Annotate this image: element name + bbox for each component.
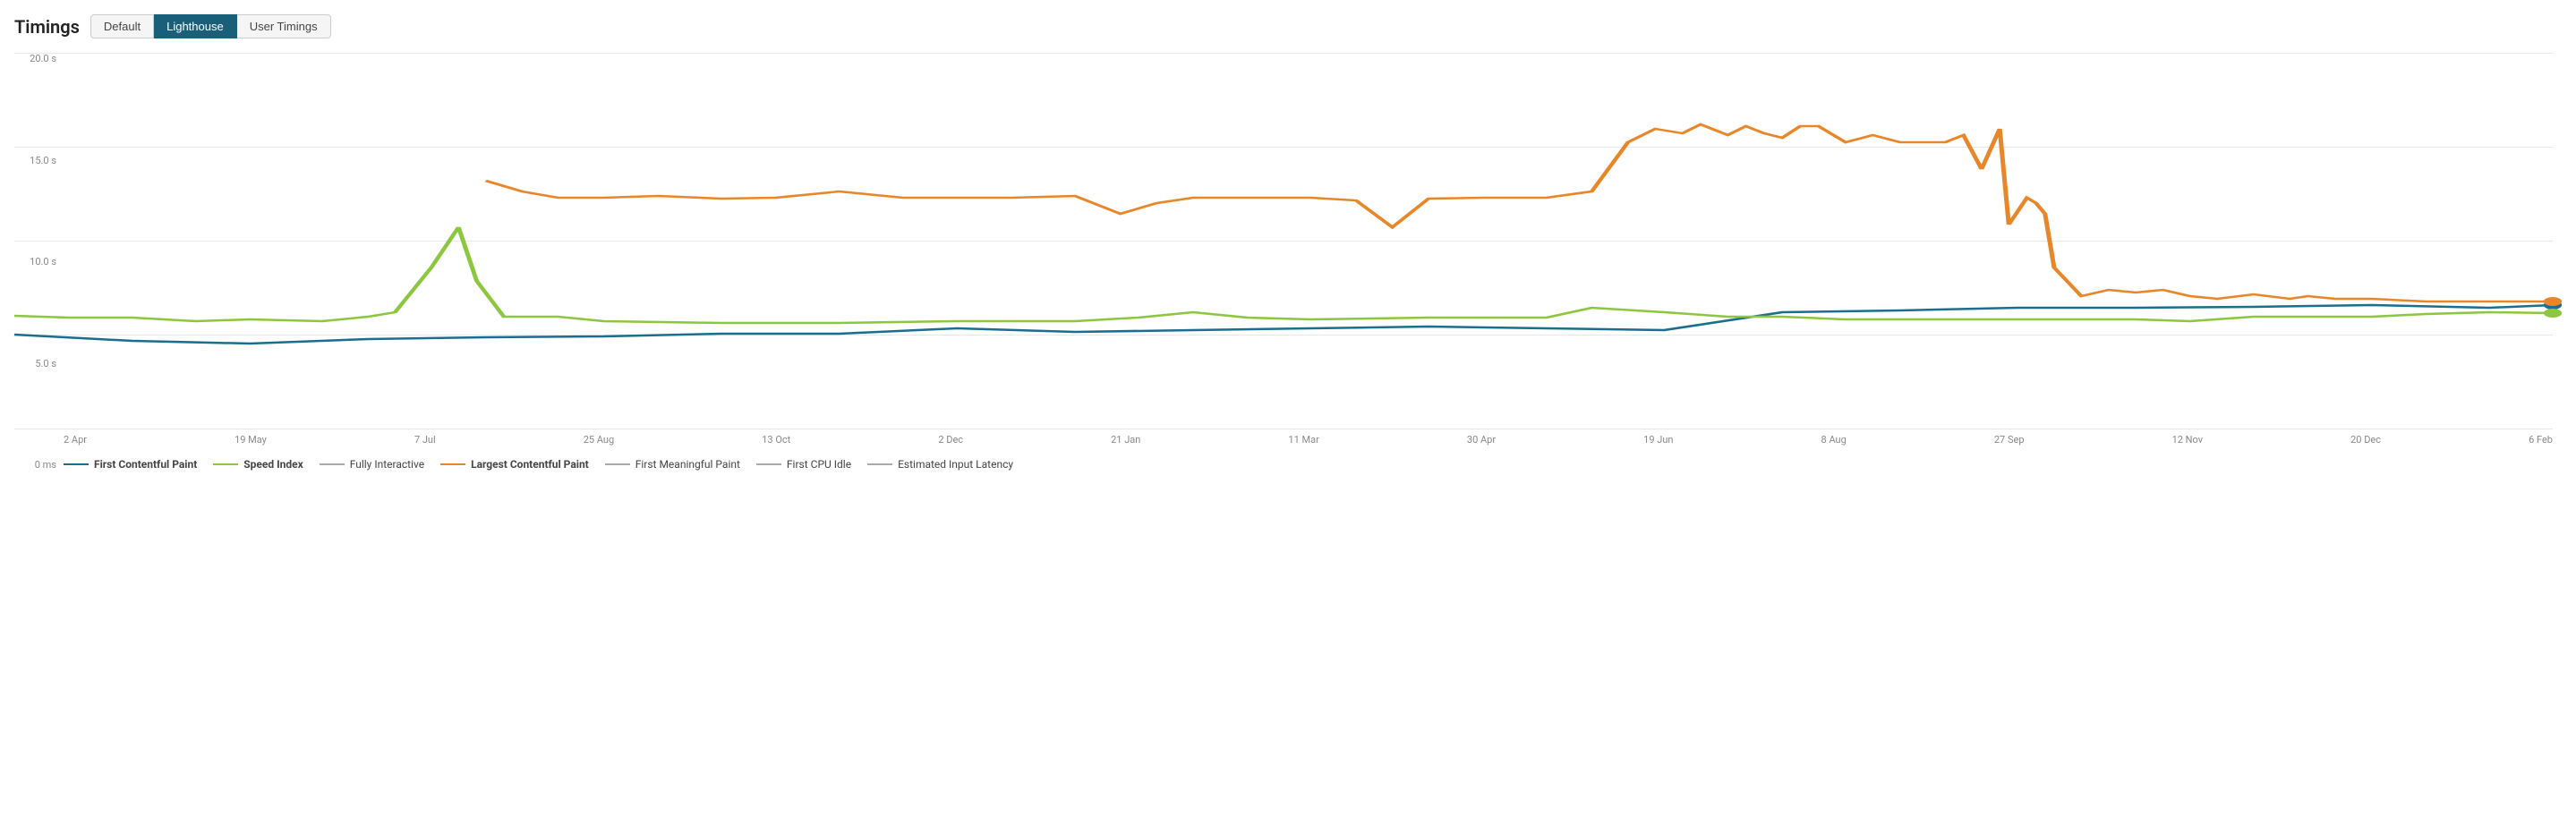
tab-default[interactable]: Default xyxy=(90,14,154,38)
si-line xyxy=(14,227,2553,323)
x-label-13: 20 Dec xyxy=(2350,434,2381,446)
chart-container: 20.0 s 15.0 s 10.0 s 5.0 s 0 ms xyxy=(14,53,2562,471)
tab-group: Default Lighthouse User Timings xyxy=(90,14,331,38)
x-label-8: 30 Apr xyxy=(1467,434,1496,446)
x-label-4: 13 Oct xyxy=(762,434,790,446)
x-label-1: 19 May xyxy=(235,434,267,446)
x-label-10: 8 Aug xyxy=(1821,434,1847,446)
chart-svg xyxy=(14,53,2553,429)
legend-fcp: First Contentful Paint xyxy=(64,458,197,471)
legend-fci-line xyxy=(756,463,781,465)
x-label-11: 27 Sep xyxy=(1994,434,2025,446)
y-label-0: 0 ms xyxy=(14,459,64,471)
lcp-dot xyxy=(2544,297,2562,306)
x-label-5: 2 Dec xyxy=(938,434,963,446)
legend-fi: Fully Interactive xyxy=(320,458,424,471)
x-label-14: 6 Feb xyxy=(2529,434,2553,446)
tab-user-timings[interactable]: User Timings xyxy=(237,14,331,38)
lcp-line xyxy=(486,124,2553,301)
x-label-7: 11 Mar xyxy=(1288,434,1318,446)
legend-fci: First CPU Idle xyxy=(756,458,851,471)
x-label-3: 25 Aug xyxy=(584,434,614,446)
legend-fmp-line xyxy=(605,463,630,465)
legend-eil-line xyxy=(867,463,892,465)
x-label-12: 12 Nov xyxy=(2172,434,2203,446)
legend-si-line xyxy=(213,463,238,465)
legend-fcp-line xyxy=(64,463,89,465)
x-label-0: 2 Apr xyxy=(64,434,87,446)
si-dot xyxy=(2544,309,2562,318)
page-header: Timings Default Lighthouse User Timings xyxy=(14,14,2562,38)
legend-lcp: Largest Contentful Paint xyxy=(440,458,589,471)
legend-fi-line xyxy=(320,463,345,465)
page-title: Timings xyxy=(14,16,80,38)
x-label-6: 21 Jan xyxy=(1111,434,1140,446)
x-axis: 2 Apr 19 May 7 Jul 25 Aug 13 Oct 2 Dec 2… xyxy=(64,429,2553,446)
legend-lcp-line xyxy=(440,463,465,465)
x-label-2: 7 Jul xyxy=(414,434,436,446)
legend-si: Speed Index xyxy=(213,458,303,471)
tab-lighthouse[interactable]: Lighthouse xyxy=(154,14,237,38)
chart-area xyxy=(14,53,2553,429)
x-label-9: 19 Jun xyxy=(1643,434,1673,446)
legend-eil: Estimated Input Latency xyxy=(867,458,1013,471)
legend: First Contentful Paint Speed Index Fully… xyxy=(64,458,2562,471)
legend-fmp: First Meaningful Paint xyxy=(605,458,740,471)
